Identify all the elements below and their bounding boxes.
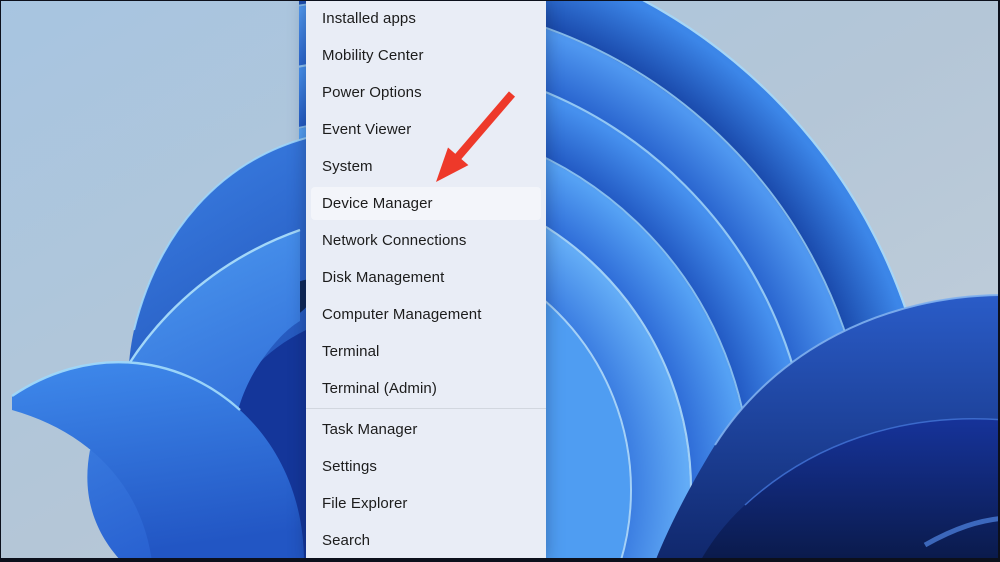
menu-separator xyxy=(306,408,546,409)
menu-item-label: System xyxy=(322,158,373,175)
menu-item-label: Device Manager xyxy=(322,195,433,212)
menu-item-event-viewer[interactable]: Event Viewer xyxy=(311,111,541,148)
menu-item-computer-management[interactable]: Computer Management xyxy=(311,296,541,333)
menu-item-label: Disk Management xyxy=(322,269,445,286)
menu-item-label: Computer Management xyxy=(322,306,482,323)
menu-item-network-connections[interactable]: Network Connections xyxy=(311,222,541,259)
menu-item-label: Mobility Center xyxy=(322,47,424,64)
menu-item-label: Installed apps xyxy=(322,10,416,27)
menu-item-installed-apps[interactable]: Installed apps xyxy=(311,0,541,37)
menu-item-label: Event Viewer xyxy=(322,121,412,138)
menu-item-label: Terminal xyxy=(322,343,380,360)
menu-item-label: Terminal (Admin) xyxy=(322,380,437,397)
desktop-screenshot: Installed apps Mobility Center Power Opt… xyxy=(0,0,1000,562)
menu-item-task-manager[interactable]: Task Manager xyxy=(311,411,541,448)
menu-item-system[interactable]: System xyxy=(311,148,541,185)
menu-item-search[interactable]: Search xyxy=(311,522,541,559)
menu-item-label: File Explorer xyxy=(322,495,408,512)
menu-item-label: Search xyxy=(322,532,371,549)
menu-item-terminal[interactable]: Terminal xyxy=(311,333,541,370)
menu-item-file-explorer[interactable]: File Explorer xyxy=(311,485,541,522)
menu-item-label: Power Options xyxy=(322,84,422,101)
menu-group-top: Installed apps Mobility Center Power Opt… xyxy=(306,0,546,407)
menu-group-bottom: Task Manager Settings File Explorer Sear… xyxy=(306,411,546,559)
menu-item-device-manager[interactable]: Device Manager xyxy=(311,185,541,222)
menu-item-label: Network Connections xyxy=(322,232,467,249)
menu-item-terminal-admin[interactable]: Terminal (Admin) xyxy=(311,370,541,407)
menu-item-disk-management[interactable]: Disk Management xyxy=(311,259,541,296)
menu-item-mobility-center[interactable]: Mobility Center xyxy=(311,37,541,74)
menu-item-power-options[interactable]: Power Options xyxy=(311,74,541,111)
winx-quick-link-menu: Installed apps Mobility Center Power Opt… xyxy=(306,0,546,562)
menu-item-settings[interactable]: Settings xyxy=(311,448,541,485)
menu-item-label: Task Manager xyxy=(322,421,418,438)
menu-item-label: Settings xyxy=(322,458,377,475)
